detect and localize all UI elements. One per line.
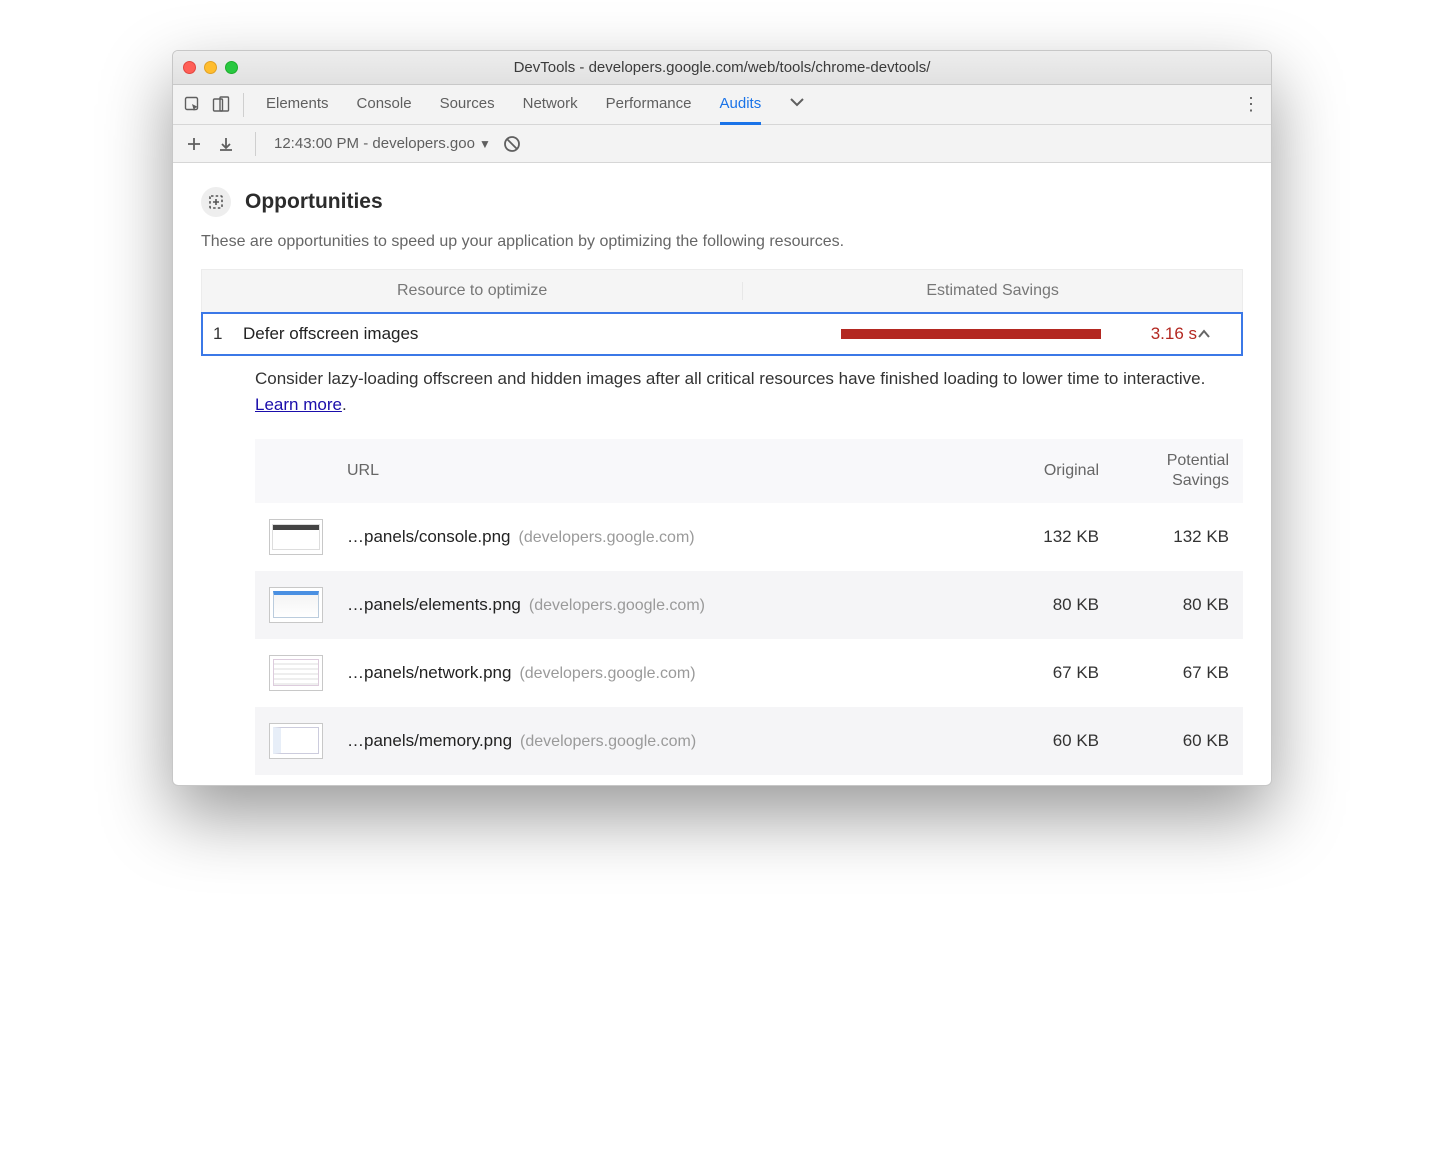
resource-original-size: 80 KB: [979, 595, 1099, 615]
resource-host: (developers.google.com): [519, 529, 695, 547]
column-url: URL: [269, 462, 979, 480]
resource-original-size: 67 KB: [979, 663, 1099, 683]
resource-row[interactable]: …panels/elements.png (developers.google.…: [255, 571, 1243, 639]
resource-path: …panels/console.png: [347, 527, 511, 547]
resource-thumbnail-icon: [269, 655, 323, 691]
resource-row[interactable]: …panels/console.png (developers.google.c…: [255, 503, 1243, 571]
window-minimize-button[interactable]: [204, 61, 217, 74]
inspect-element-icon[interactable]: [179, 91, 207, 119]
resource-potential-savings: 67 KB: [1099, 663, 1229, 683]
audits-report-content: Opportunities These are opportunities to…: [173, 163, 1271, 785]
devtools-menu-icon[interactable]: ⋮: [1237, 94, 1265, 115]
collapse-icon[interactable]: [1197, 329, 1227, 339]
resource-table: URL Original PotentialSavings …panels/co…: [201, 425, 1243, 775]
savings-bar-fill: [841, 329, 1101, 339]
resource-thumbnail-icon: [269, 587, 323, 623]
resource-path: …panels/memory.png: [347, 731, 512, 751]
window-titlebar: DevTools - developers.google.com/web/too…: [173, 51, 1271, 85]
download-report-button[interactable]: [215, 136, 237, 152]
resource-thumbnail-icon: [269, 723, 323, 759]
separator: [243, 93, 244, 117]
resource-potential-savings: 60 KB: [1099, 731, 1229, 751]
opportunities-column-headers: Resource to optimize Estimated Savings: [201, 269, 1243, 313]
resource-row[interactable]: …panels/network.png (developers.google.c…: [255, 639, 1243, 707]
resource-thumbnail-icon: [269, 519, 323, 555]
column-savings: Estimated Savings: [742, 282, 1242, 300]
savings-bar: [841, 329, 1101, 339]
resource-host: (developers.google.com): [520, 733, 696, 751]
devtools-window: DevTools - developers.google.com/web/too…: [172, 50, 1272, 786]
tab-performance[interactable]: Performance: [606, 85, 692, 124]
window-title: DevTools - developers.google.com/web/too…: [173, 59, 1271, 76]
column-original: Original: [979, 462, 1099, 480]
clear-audit-button[interactable]: [501, 135, 523, 153]
window-traffic-lights: [183, 61, 238, 74]
audits-toolbar: 12:43:00 PM - developers.goo ▼: [173, 125, 1271, 163]
audit-session-dropdown[interactable]: 12:43:00 PM - developers.goo ▼: [274, 135, 491, 152]
resource-table-header: URL Original PotentialSavings: [255, 439, 1243, 503]
separator: [255, 132, 256, 156]
panel-tabs: Elements Console Sources Network Perform…: [252, 85, 805, 124]
resource-host: (developers.google.com): [519, 665, 695, 683]
resource-host: (developers.google.com): [529, 597, 705, 615]
window-close-button[interactable]: [183, 61, 196, 74]
resource-row[interactable]: …panels/memory.png (developers.google.co…: [255, 707, 1243, 775]
resource-potential-savings: 132 KB: [1099, 527, 1229, 547]
audit-session-label: 12:43:00 PM - developers.goo: [274, 135, 475, 152]
window-zoom-button[interactable]: [225, 61, 238, 74]
opportunities-header: Opportunities: [201, 187, 1243, 217]
column-potential: PotentialSavings: [1099, 451, 1229, 491]
opportunities-description: These are opportunities to speed up your…: [201, 233, 1243, 251]
tab-audits[interactable]: Audits: [720, 85, 762, 125]
opportunities-title: Opportunities: [245, 190, 383, 214]
savings-value: 3.16 s: [1101, 324, 1197, 344]
opportunities-icon: [201, 187, 231, 217]
learn-more-link[interactable]: Learn more: [255, 395, 342, 414]
resource-path: …panels/elements.png: [347, 595, 521, 615]
opportunity-index: 1: [213, 324, 243, 344]
resource-potential-savings: 80 KB: [1099, 595, 1229, 615]
opportunity-name: Defer offscreen images: [243, 324, 841, 344]
tab-sources[interactable]: Sources: [440, 85, 495, 124]
more-tabs-icon[interactable]: [789, 85, 805, 124]
resource-original-size: 60 KB: [979, 731, 1099, 751]
dropdown-caret-icon: ▼: [479, 137, 491, 151]
tab-elements[interactable]: Elements: [266, 85, 329, 124]
tab-network[interactable]: Network: [523, 85, 578, 124]
new-audit-button[interactable]: [183, 136, 205, 152]
devtools-tabbar: Elements Console Sources Network Perform…: [173, 85, 1271, 125]
resource-original-size: 132 KB: [979, 527, 1099, 547]
opportunity-detail: Consider lazy-loading offscreen and hidd…: [201, 356, 1243, 425]
resource-path: …panels/network.png: [347, 663, 511, 683]
tab-console[interactable]: Console: [357, 85, 412, 124]
opportunity-detail-text: Consider lazy-loading offscreen and hidd…: [255, 369, 1205, 388]
device-mode-icon[interactable]: [207, 91, 235, 119]
opportunity-row[interactable]: 1 Defer offscreen images 3.16 s: [201, 312, 1243, 356]
column-resource: Resource to optimize: [202, 282, 742, 300]
